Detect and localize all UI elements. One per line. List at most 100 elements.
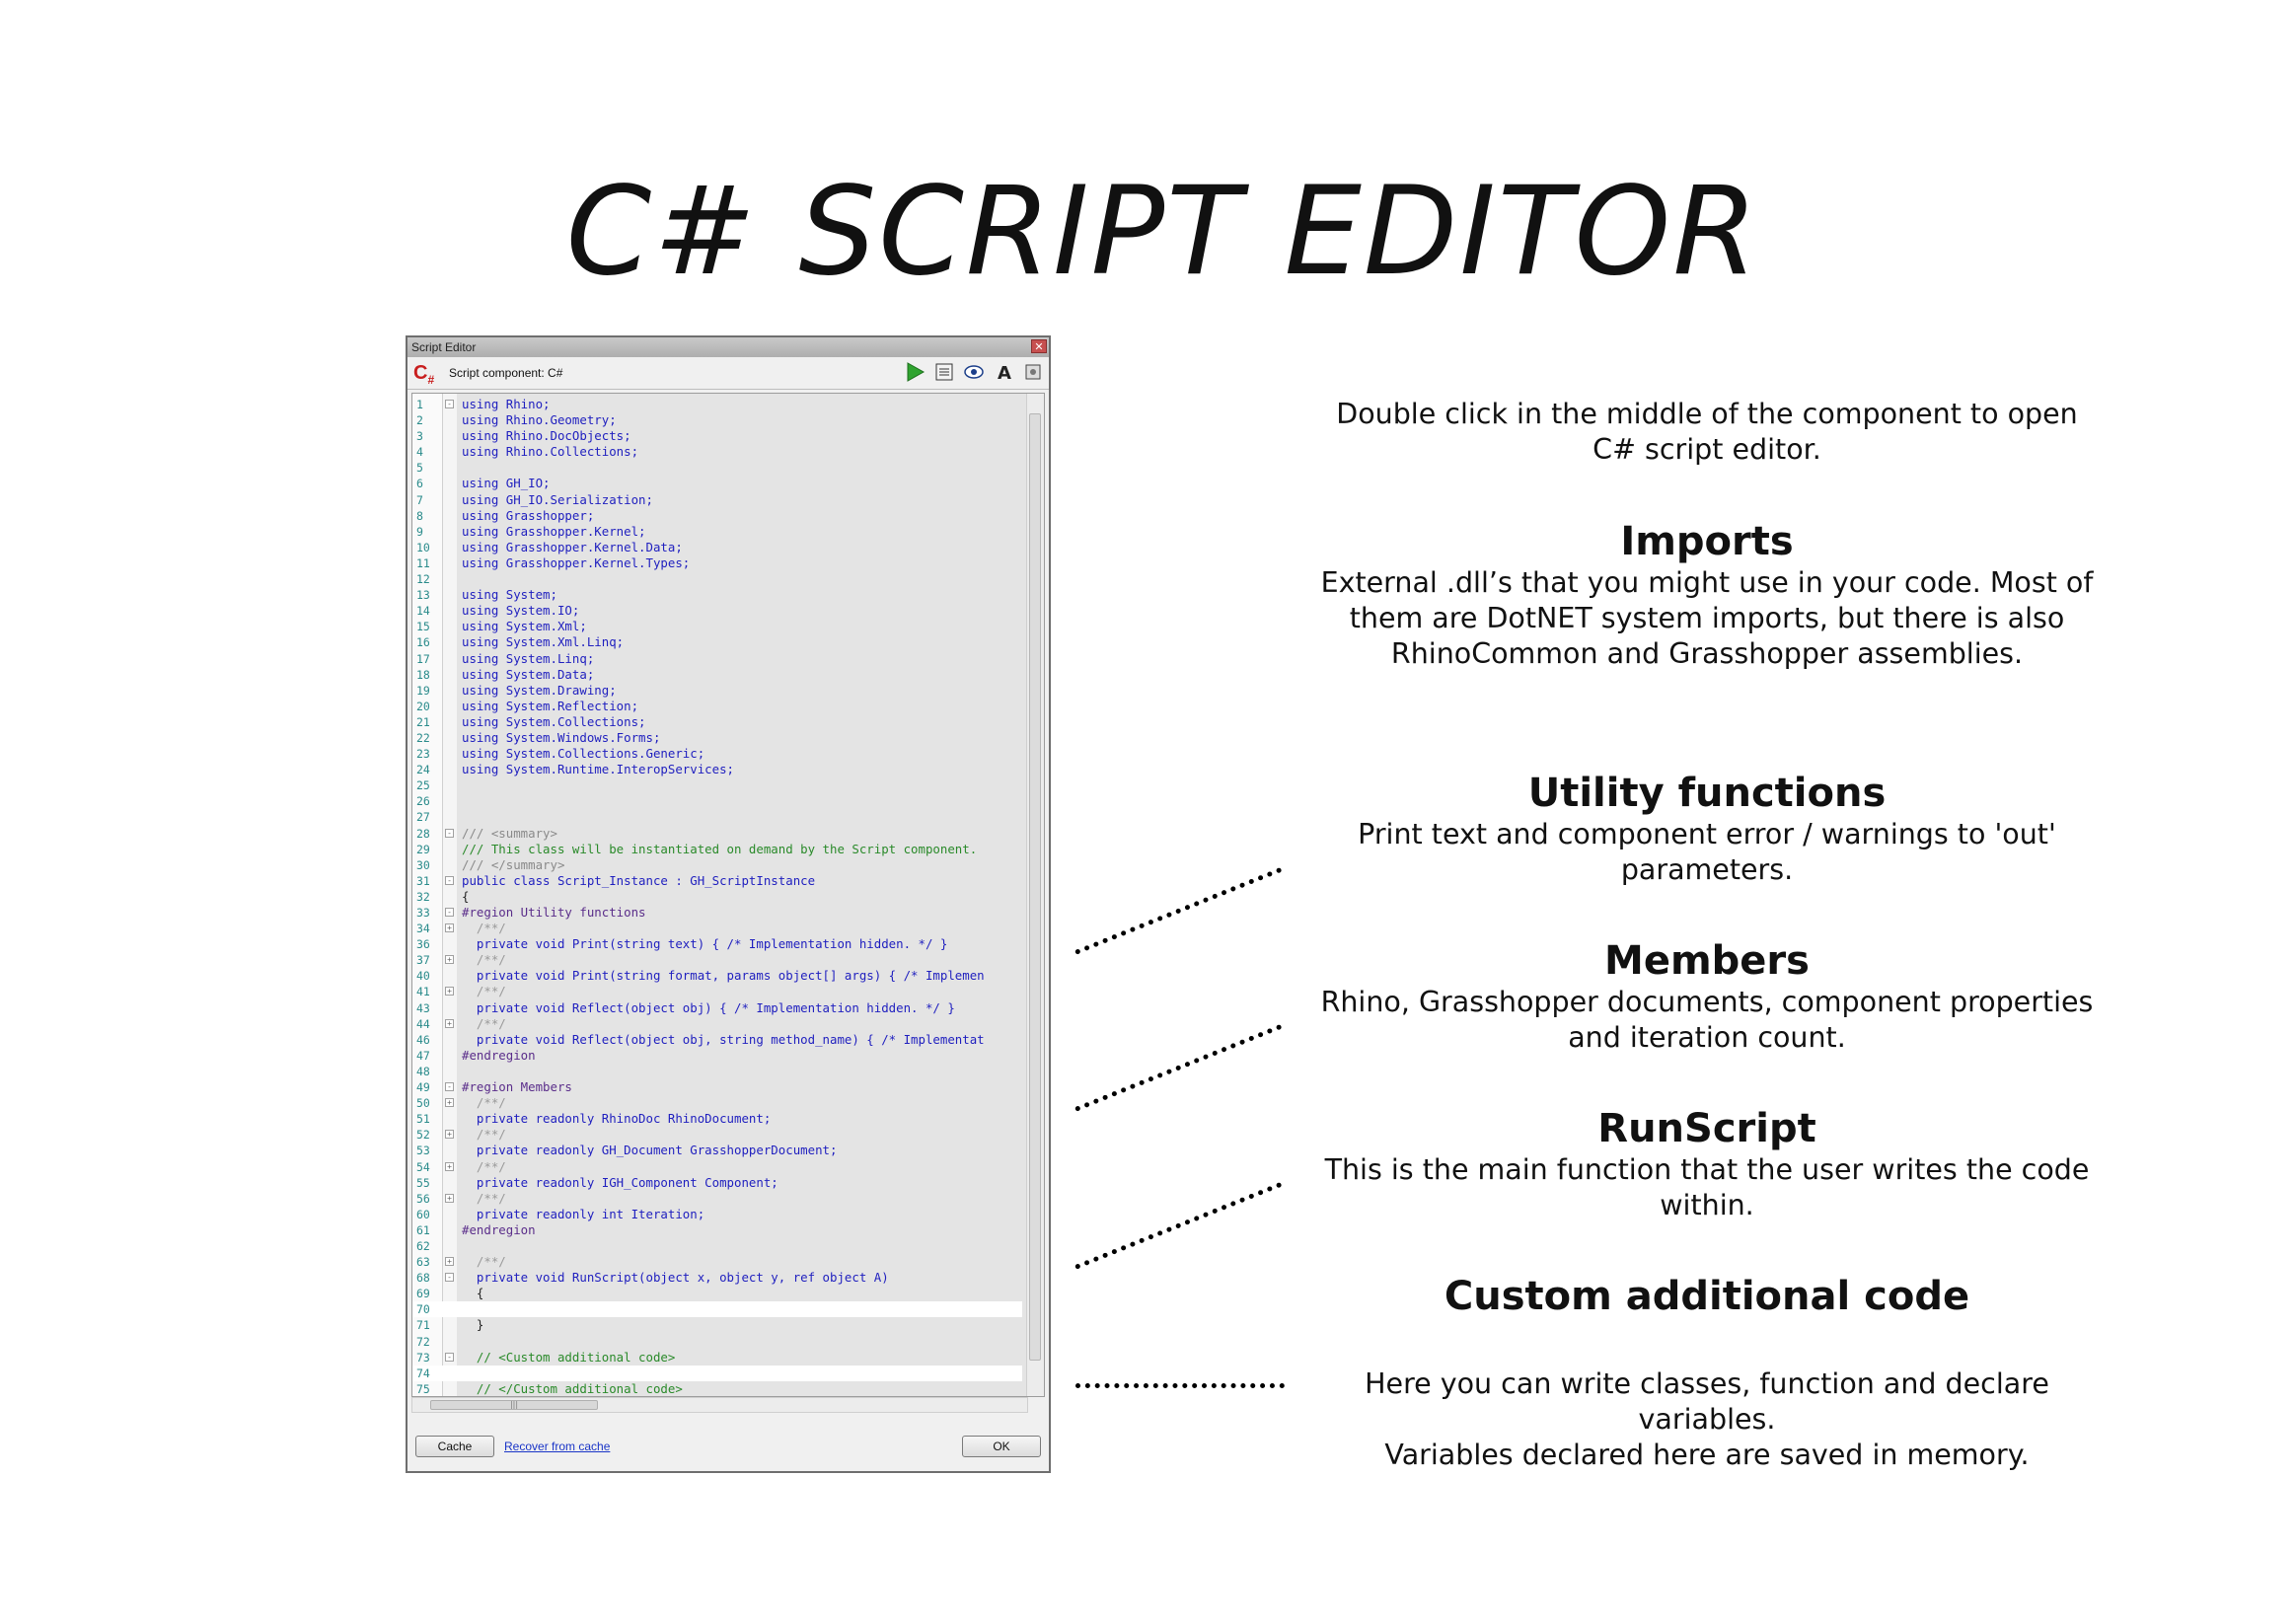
code-line[interactable]: 1 - using Rhino; — [412, 397, 1022, 412]
recover-from-cache-link[interactable]: Recover from cache — [504, 1436, 610, 1457]
fold-collapse-icon[interactable]: - — [445, 1273, 454, 1283]
code-line[interactable]: 13 using System; — [412, 587, 1022, 603]
code-line[interactable]: 68 - private void RunScript(object x, obj… — [412, 1270, 1022, 1286]
code-line[interactable]: 20 using System.Reflection; — [412, 699, 1022, 714]
code-line[interactable]: 48 — [412, 1064, 1022, 1079]
code-line[interactable]: 71 } — [412, 1317, 1022, 1333]
code-line[interactable]: 72 — [412, 1334, 1022, 1350]
fold-expand-icon[interactable]: + — [445, 1098, 454, 1108]
fold-expand-icon[interactable]: + — [445, 1193, 454, 1203]
code-line[interactable]: 29 /// This class will be instantiated on… — [412, 842, 1022, 857]
fold-collapse-icon[interactable]: - — [445, 875, 454, 885]
fold-expand-icon[interactable]: + — [445, 1257, 454, 1267]
code-line[interactable]: 3 using Rhino.DocObjects; — [412, 428, 1022, 444]
code-line[interactable]: 15 using System.Xml; — [412, 619, 1022, 634]
vertical-scrollbar[interactable] — [1026, 394, 1044, 1396]
vertical-scrollbar-thumb[interactable] — [1029, 413, 1041, 1361]
font-icon[interactable]: A — [992, 361, 1015, 385]
code-line[interactable]: 19 using System.Drawing; — [412, 683, 1022, 699]
code-line[interactable]: 21 using System.Collections; — [412, 714, 1022, 730]
code-line[interactable]: 2 using Rhino.Geometry; — [412, 412, 1022, 428]
code-lines[interactable]: 1- using Rhino; 2 using Rhino.Geometry; 3 usi… — [412, 397, 1022, 1396]
code-line[interactable]: 31 - public class Script_Instance : GH_Scr… — [412, 873, 1022, 889]
code-line[interactable]: 27 — [412, 809, 1022, 825]
code-line[interactable]: 10 using Grasshopper.Kernel.Data; — [412, 540, 1022, 555]
code-line[interactable]: 52 + /**/ — [412, 1127, 1022, 1143]
code-line[interactable]: 24 using System.Runtime.InteropServices; — [412, 762, 1022, 777]
cache-button[interactable]: Cache — [415, 1436, 494, 1457]
code-line[interactable]: 6 using GH_IO; — [412, 476, 1022, 491]
code-line[interactable]: 40 private void Print(string format, par… — [412, 968, 1022, 984]
code-line[interactable]: 28 -/// <summary> — [412, 826, 1022, 842]
code-line[interactable]: 74 — [412, 1365, 1022, 1381]
fold-collapse-icon[interactable]: - — [445, 400, 454, 408]
code-line[interactable]: 22 using System.Windows.Forms; — [412, 730, 1022, 746]
code-line[interactable]: 75 // </Custom additional code> — [412, 1381, 1022, 1396]
fold-collapse-icon[interactable]: - — [445, 908, 454, 917]
code-line[interactable]: 70 — [412, 1301, 1022, 1318]
run-icon[interactable] — [903, 361, 926, 385]
code-line[interactable]: 5 — [412, 460, 1022, 476]
code-line[interactable]: 53 private readonly GH_Document Grasshop… — [412, 1143, 1022, 1158]
code-line[interactable]: 41 + /**/ — [412, 984, 1022, 999]
window-titlebar[interactable]: Script Editor ✕ — [407, 337, 1049, 357]
fold-collapse-icon[interactable]: - — [445, 1082, 454, 1092]
code-line[interactable]: 49 - #region Members — [412, 1079, 1022, 1095]
line-number: 14 — [416, 604, 430, 619]
line-number: 1 — [416, 398, 423, 411]
preview-icon[interactable] — [962, 361, 986, 385]
code-line[interactable]: 25 — [412, 777, 1022, 793]
code-line[interactable]: 36 private void Print(string text) { /* … — [412, 936, 1022, 952]
code-line[interactable]: 9 using Grasshopper.Kernel; — [412, 524, 1022, 540]
code-line[interactable]: 73 - // <Custom additional code> — [412, 1350, 1022, 1366]
code-line[interactable]: 34 + /**/ — [412, 921, 1022, 936]
code-line[interactable]: 26 — [412, 793, 1022, 809]
code-line[interactable]: 44 + /**/ — [412, 1016, 1022, 1032]
code-line[interactable]: 69 { — [412, 1286, 1022, 1301]
code-line[interactable]: 16 using System.Xml.Linq; — [412, 634, 1022, 650]
code-line[interactable]: 63 + /**/ — [412, 1254, 1022, 1270]
horizontal-scrollbar[interactable]: ||| — [411, 1397, 1028, 1413]
code-line[interactable]: 12 — [412, 571, 1022, 587]
fold-expand-icon[interactable]: + — [445, 923, 454, 933]
code-line[interactable]: 23 using System.Collections.Generic; — [412, 746, 1022, 762]
code-line[interactable]: 60 private readonly int Iteration; — [412, 1207, 1022, 1222]
code-line[interactable]: 61 #endregion — [412, 1222, 1022, 1238]
code-line[interactable]: 18 using System.Data; — [412, 667, 1022, 683]
code-line[interactable]: 50 + /**/ — [412, 1095, 1022, 1111]
code-line[interactable]: 11 using Grasshopper.Kernel.Types; — [412, 555, 1022, 571]
horizontal-scrollbar-thumb[interactable]: ||| — [430, 1400, 598, 1410]
code-line[interactable]: 54 + /**/ — [412, 1159, 1022, 1175]
fold-expand-icon[interactable]: + — [445, 987, 454, 997]
code-line[interactable]: 56 + /**/ — [412, 1191, 1022, 1207]
code-line[interactable]: 14 using System.IO; — [412, 603, 1022, 619]
fold-collapse-icon[interactable]: - — [445, 828, 454, 838]
code-line[interactable]: 8 using Grasshopper; — [412, 508, 1022, 524]
code-line[interactable]: 37 + /**/ — [412, 952, 1022, 968]
code-line[interactable]: 55 private readonly IGH_Component Compon… — [412, 1175, 1022, 1191]
code-line[interactable]: 17 using System.Linq; — [412, 651, 1022, 667]
fold-expand-icon[interactable]: + — [445, 1161, 454, 1171]
code-editor[interactable]: 1- using Rhino; 2 using Rhino.Geometry; 3 usi… — [411, 393, 1045, 1397]
code-line[interactable]: 32 { — [412, 889, 1022, 905]
code-line[interactable]: 47 #endregion — [412, 1048, 1022, 1064]
fold-expand-icon[interactable]: + — [445, 955, 454, 965]
settings-icon[interactable] — [1021, 361, 1045, 385]
code-line[interactable]: 51 private readonly RhinoDoc RhinoDocume… — [412, 1111, 1022, 1127]
script-editor-window[interactable]: Script Editor ✕ C# Script component: C# … — [406, 335, 1051, 1473]
code-line[interactable]: 43 private void Reflect(object obj) { /*… — [412, 1000, 1022, 1016]
code-line[interactable]: 62 — [412, 1238, 1022, 1254]
code-line[interactable]: 7 using GH_IO.Serialization; — [412, 492, 1022, 508]
code-line[interactable]: 4 using Rhino.Collections; — [412, 444, 1022, 460]
code-line[interactable]: 46 private void Reflect(object obj, stri… — [412, 1032, 1022, 1048]
code-line[interactable]: 33 - #region Utility functions — [412, 905, 1022, 921]
code-line[interactable]: 30 /// </summary> — [412, 857, 1022, 873]
fold-expand-icon[interactable]: + — [445, 1130, 454, 1140]
close-icon[interactable]: ✕ — [1031, 339, 1047, 353]
annotation-members: Members Rhino, Grasshopper documents, co… — [1312, 937, 2102, 1056]
line-number: 11 — [416, 555, 430, 570]
fold-expand-icon[interactable]: + — [445, 1018, 454, 1028]
ok-button[interactable]: OK — [962, 1436, 1041, 1457]
fold-collapse-icon[interactable]: - — [445, 1352, 454, 1362]
references-icon[interactable] — [932, 361, 956, 385]
